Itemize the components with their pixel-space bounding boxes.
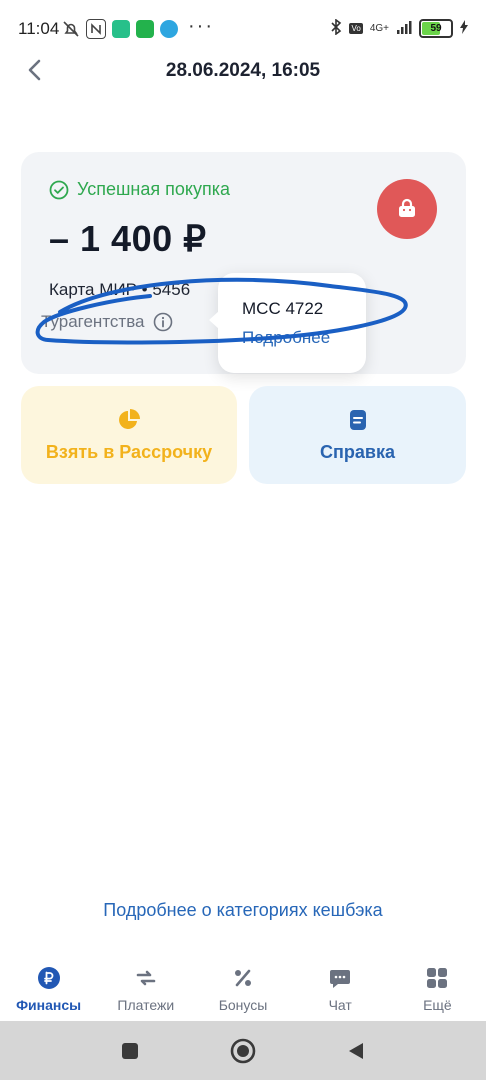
- percent-icon: [235, 969, 251, 987]
- nav-item-payments[interactable]: Платежи: [97, 950, 194, 1020]
- installment-button[interactable]: Взять в Рассрочку: [21, 386, 237, 484]
- document-icon: [349, 410, 366, 430]
- shopping-bag-button[interactable]: [377, 179, 437, 239]
- nav-label: Чат: [328, 997, 352, 1013]
- battery-level: 59: [430, 23, 442, 34]
- system-navigation-bar: [0, 1021, 486, 1080]
- charging-icon: [460, 20, 468, 37]
- nav-label: Бонусы: [218, 997, 268, 1013]
- recent-apps-button[interactable]: [110, 1021, 150, 1080]
- bottom-navigation: Финансы Платежи Бонусы Чат Ещё: [0, 950, 486, 1020]
- installment-label: Взять в Рассрочку: [45, 442, 213, 462]
- home-button[interactable]: [223, 1021, 263, 1080]
- pie-chart-icon: [119, 409, 140, 429]
- nav-label: Финансы: [16, 997, 82, 1013]
- nav-label: Платежи: [117, 997, 175, 1013]
- transfer-arrows-icon: [136, 970, 156, 986]
- signal-icon: [396, 20, 412, 37]
- page-title: 28.06.2024, 16:05: [165, 60, 321, 81]
- network-type: 4G+: [369, 23, 389, 34]
- shopping-bag-icon: [399, 198, 415, 217]
- nav-item-finances[interactable]: Финансы: [0, 950, 97, 1020]
- square-icon: [122, 1042, 138, 1059]
- app-notification-icon: [112, 20, 130, 38]
- battery-icon: 59: [419, 19, 453, 38]
- volte-icon: Vo: [349, 23, 363, 34]
- muted-alarm-icon: [62, 20, 80, 38]
- system-back-button[interactable]: [336, 1021, 376, 1080]
- circle-icon: [230, 1038, 256, 1063]
- help-label: Справка: [320, 442, 395, 462]
- bluetooth-icon: [330, 18, 342, 38]
- check-circle-icon: [49, 180, 69, 199]
- grid-icon: [427, 968, 448, 988]
- chat-bubble-icon: [330, 970, 351, 988]
- more-notifications-icon: ···: [188, 15, 214, 37]
- status-time: 11:04: [18, 19, 60, 38]
- nav-item-chat[interactable]: Чат: [292, 950, 389, 1020]
- cashback-categories-link[interactable]: Подробнее о категориях кешбэка: [0, 900, 486, 921]
- card-info: Карта МИР • 5456: [49, 280, 191, 299]
- ruble-icon: [37, 967, 60, 989]
- info-icon[interactable]: [153, 312, 173, 332]
- tooltip-details-link[interactable]: Подробнее: [242, 328, 330, 348]
- nav-label: Ещё: [423, 997, 452, 1013]
- transaction-status: Успешная покупка: [49, 179, 230, 200]
- mcc-tooltip: MCC 4722 Подробнее: [209, 273, 366, 373]
- nav-item-more[interactable]: Ещё: [389, 950, 486, 1020]
- app-notification-icon: [136, 20, 154, 38]
- help-button[interactable]: Справка: [249, 386, 466, 484]
- telegram-icon: [160, 20, 178, 38]
- category-label: Турагентства: [41, 312, 145, 331]
- nav-item-bonuses[interactable]: Бонусы: [194, 950, 291, 1020]
- status-label: Успешная покупка: [77, 179, 230, 199]
- status-bar: 11:04 ··· Vo 4G+ 59: [0, 0, 486, 58]
- transaction-amount: – 1 400 ₽: [49, 218, 207, 259]
- category-row[interactable]: Турагентства: [41, 312, 173, 332]
- nfc-icon: [86, 19, 106, 39]
- mcc-code: MCC 4722: [242, 299, 324, 318]
- triangle-back-icon: [349, 1042, 363, 1059]
